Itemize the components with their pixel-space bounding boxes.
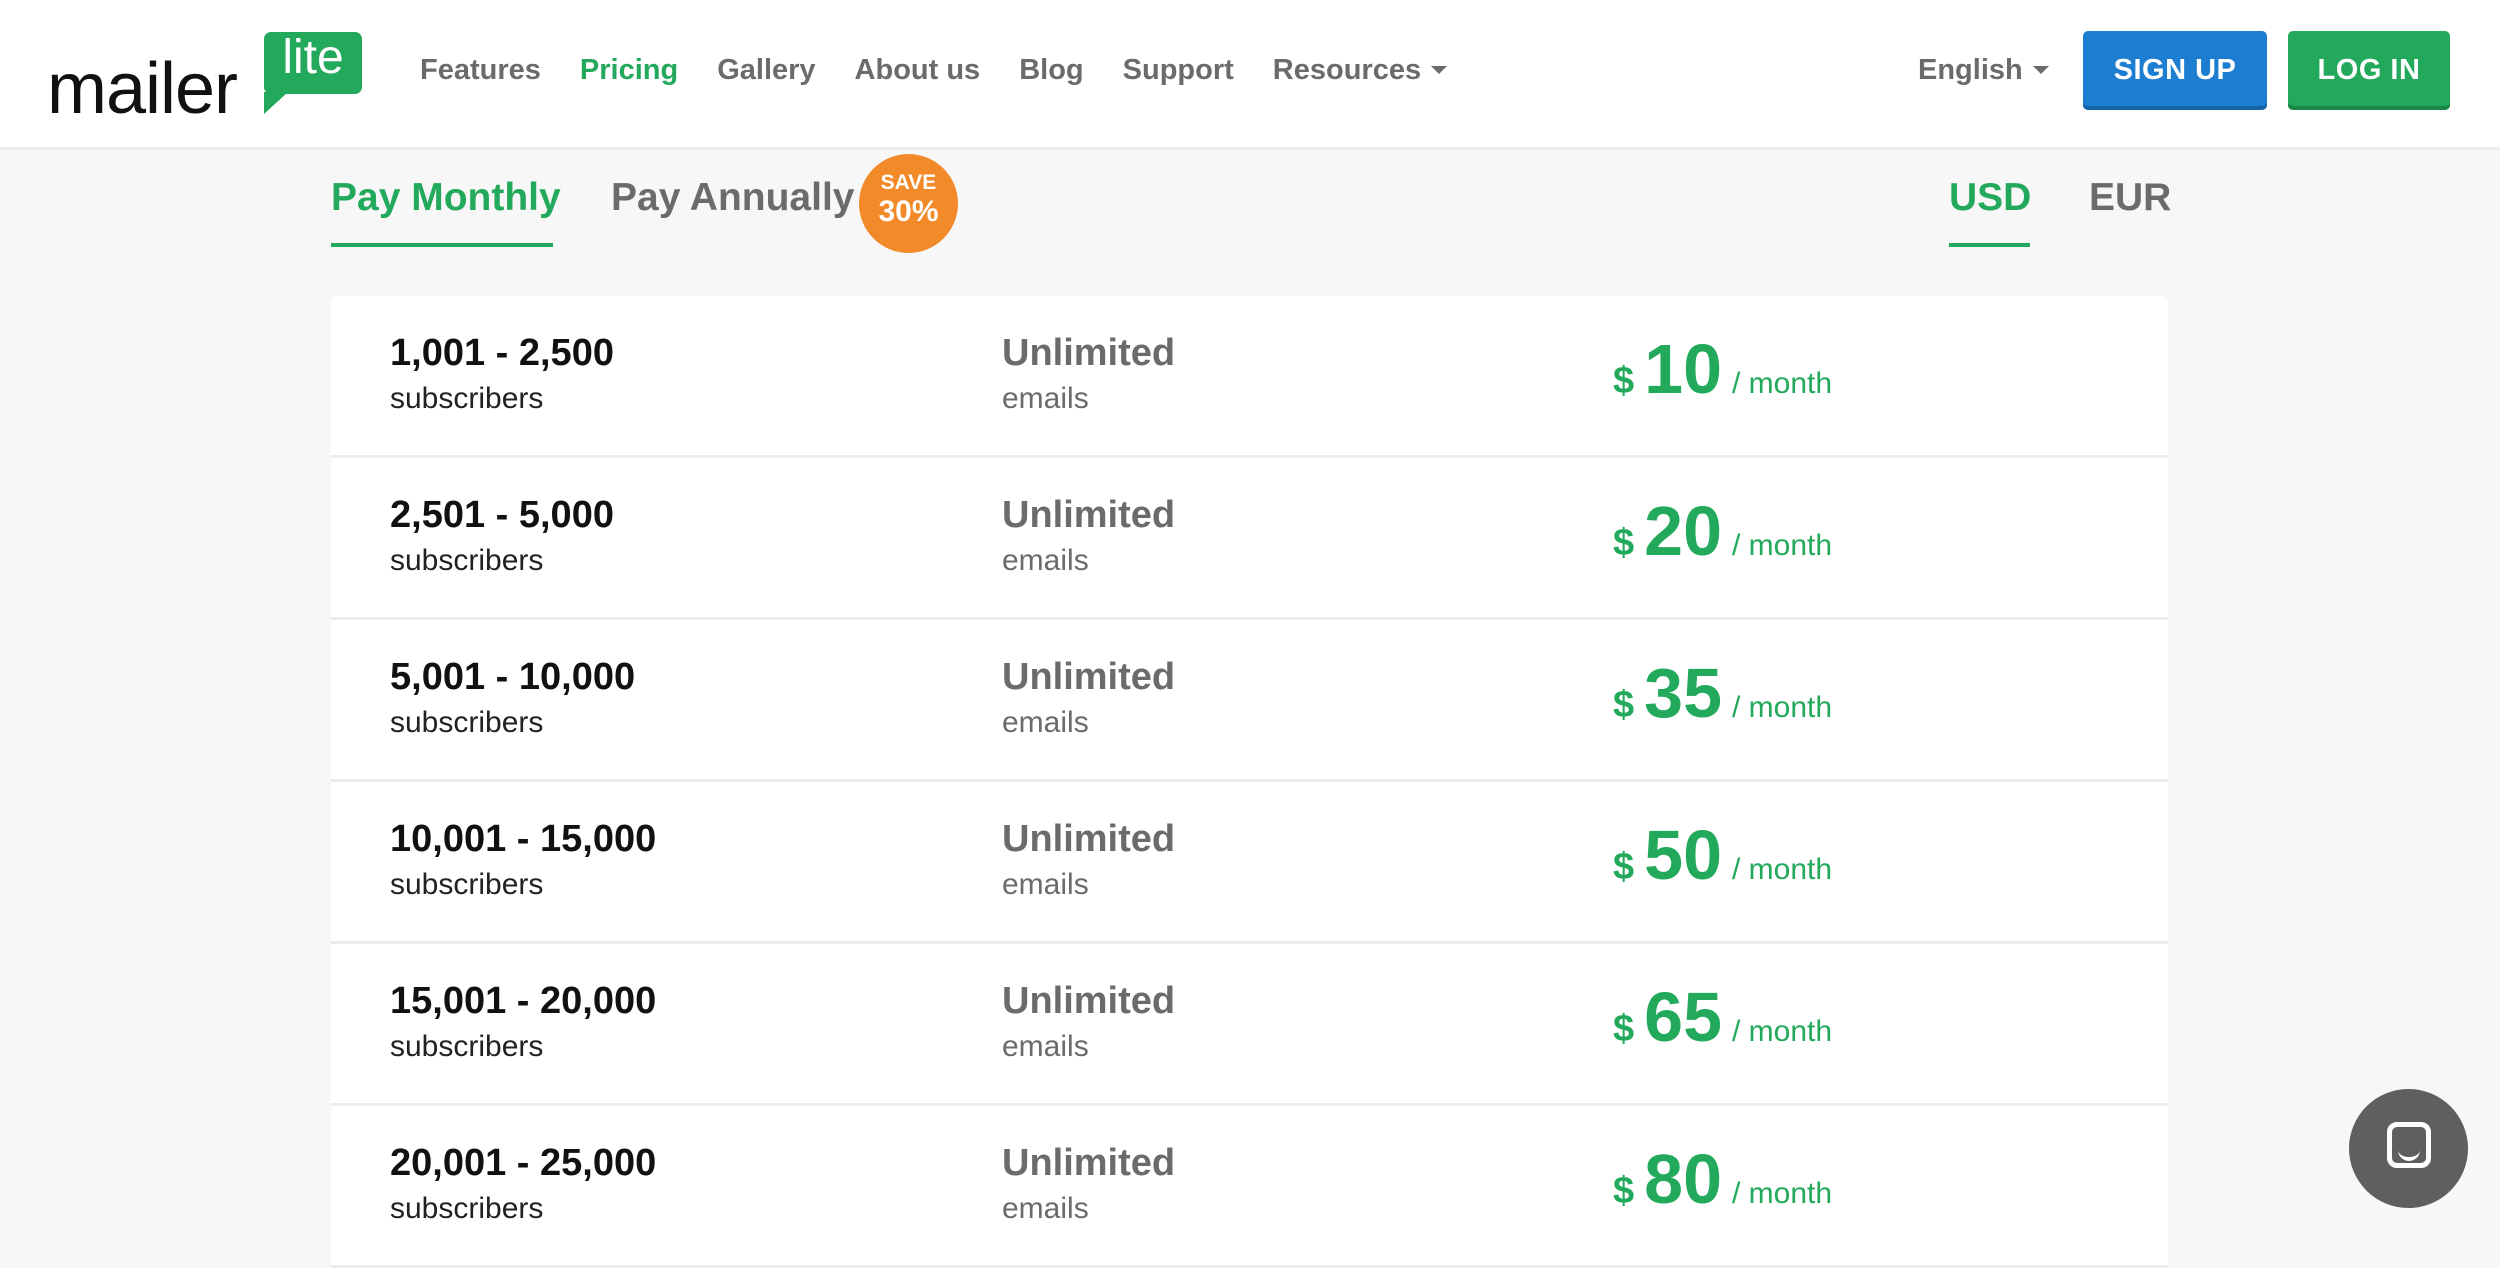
emails-label: emails: [1002, 706, 1089, 739]
chat-widget-button[interactable]: [2349, 1089, 2468, 1208]
price-amount: 35: [1644, 654, 1723, 732]
emails-value: Unlimited: [1002, 656, 1176, 698]
tab-pay-annually[interactable]: Pay Annually: [611, 178, 854, 217]
subscriber-label: subscribers: [390, 1030, 544, 1063]
currency-symbol: $: [1613, 846, 1635, 888]
table-row: 20,001 - 25,000 subscribers Unlimited em…: [331, 1106, 2168, 1268]
emails-label: emails: [1002, 1030, 1089, 1063]
emails-label: emails: [1002, 1192, 1089, 1225]
currency-eur[interactable]: EUR: [2089, 178, 2171, 217]
nav-pricing[interactable]: Pricing: [580, 54, 678, 87]
price-period: / month: [1732, 367, 1833, 400]
logo-bubble: lite: [264, 31, 362, 114]
nav-resources-label: Resources: [1272, 53, 1422, 86]
price: $ 10 / month: [1613, 334, 1832, 404]
site-header: mailer lite Features Pricing Gallery Abo…: [0, 0, 2500, 150]
chevron-down-icon: [2032, 66, 2049, 74]
main-nav: Features Pricing Gallery About us Blog S…: [420, 0, 1448, 140]
log-in-button[interactable]: LOG IN: [2288, 31, 2450, 110]
currency-symbol: $: [1613, 522, 1635, 564]
chevron-down-icon: [1431, 66, 1448, 74]
table-row: 5,001 - 10,000 subscribers Unlimited ema…: [331, 620, 2168, 782]
subscriber-label: subscribers: [390, 544, 544, 577]
nav-blog[interactable]: Blog: [1019, 54, 1083, 87]
pricing-table: 1,001 - 2,500 subscribers Unlimited emai…: [331, 296, 2168, 1268]
emails-label: emails: [1002, 382, 1089, 415]
price-period: / month: [1732, 1015, 1833, 1048]
subscriber-range: 10,001 - 15,000: [390, 818, 657, 860]
price: $ 65 / month: [1613, 982, 1832, 1052]
price-amount: 80: [1644, 1140, 1723, 1218]
nav-gallery[interactable]: Gallery: [717, 54, 815, 87]
price-amount: 20: [1644, 492, 1723, 570]
nav-features[interactable]: Features: [420, 54, 541, 87]
emails-value: Unlimited: [1002, 1142, 1176, 1184]
subscriber-range: 15,001 - 20,000: [390, 980, 657, 1022]
price: $ 20 / month: [1613, 496, 1832, 566]
emails-value: Unlimited: [1002, 980, 1176, 1022]
price-amount: 50: [1644, 816, 1723, 894]
price: $ 35 / month: [1613, 658, 1832, 728]
currency-symbol: $: [1613, 1008, 1635, 1050]
sign-up-button[interactable]: SIGN UP: [2083, 31, 2267, 110]
subscriber-range: 1,001 - 2,500: [390, 332, 614, 374]
price-period: / month: [1732, 1177, 1833, 1210]
emails-value: Unlimited: [1002, 818, 1176, 860]
chat-icon: [2387, 1122, 2431, 1168]
currency-active-underline: [1949, 243, 2030, 247]
table-row: 2,501 - 5,000 subscribers Unlimited emai…: [331, 458, 2168, 620]
nav-support[interactable]: Support: [1123, 54, 1234, 87]
subscriber-label: subscribers: [390, 706, 544, 739]
subscriber-range: 5,001 - 10,000: [390, 656, 636, 698]
mailerlite-logo[interactable]: mailer lite: [47, 28, 367, 125]
nav-resources[interactable]: Resources: [1272, 53, 1448, 87]
save-badge-label: SAVE: [880, 171, 937, 194]
logo-bubble-text: lite: [282, 31, 344, 84]
save-badge: SAVE 30%: [859, 154, 958, 253]
price: $ 50 / month: [1613, 820, 1832, 890]
logo-text: mailer: [47, 49, 238, 129]
table-row: 10,001 - 15,000 subscribers Unlimited em…: [331, 782, 2168, 944]
emails-label: emails: [1002, 868, 1089, 901]
price-period: / month: [1732, 691, 1833, 724]
currency-usd[interactable]: USD: [1949, 178, 2031, 217]
currency-symbol: $: [1613, 1170, 1635, 1212]
subscriber-range: 20,001 - 25,000: [390, 1142, 657, 1184]
subscriber-label: subscribers: [390, 868, 544, 901]
emails-value: Unlimited: [1002, 332, 1176, 374]
subscriber-range: 2,501 - 5,000: [390, 494, 614, 536]
save-badge-percent: 30%: [878, 195, 939, 228]
table-row: 1,001 - 2,500 subscribers Unlimited emai…: [331, 296, 2168, 458]
currency-symbol: $: [1613, 360, 1635, 402]
emails-label: emails: [1002, 544, 1089, 577]
price: $ 80 / month: [1613, 1144, 1832, 1214]
language-label: English: [1918, 53, 2023, 86]
currency-symbol: $: [1613, 684, 1635, 726]
table-row: 15,001 - 20,000 subscribers Unlimited em…: [331, 944, 2168, 1106]
emails-value: Unlimited: [1002, 494, 1176, 536]
price-amount: 65: [1644, 978, 1723, 1056]
tab-active-underline: [331, 243, 553, 247]
language-selector[interactable]: English: [1918, 0, 2049, 140]
tab-pay-monthly[interactable]: Pay Monthly: [331, 178, 561, 217]
price-amount: 10: [1644, 330, 1723, 408]
nav-about-us[interactable]: About us: [855, 54, 981, 87]
subscriber-label: subscribers: [390, 382, 544, 415]
subscriber-label: subscribers: [390, 1192, 544, 1225]
price-period: / month: [1732, 853, 1833, 886]
price-period: / month: [1732, 529, 1833, 562]
